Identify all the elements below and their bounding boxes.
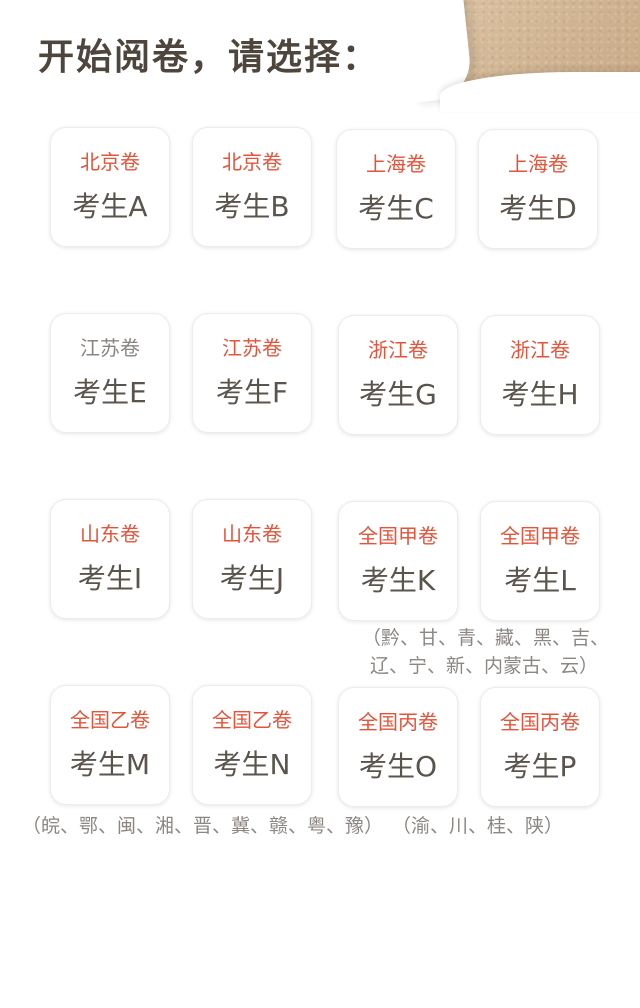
- card-region-label: 山东卷: [222, 522, 282, 546]
- card-region-label: 浙江卷: [510, 338, 570, 362]
- card-candidate-label: 考生K: [360, 564, 436, 597]
- card-candidate-label: 考生J: [219, 562, 285, 595]
- card-national-jia-l[interactable]: 全国甲卷 考生L: [480, 501, 600, 621]
- card-candidate-label: 考生A: [72, 190, 148, 223]
- card-national-bing-o[interactable]: 全国丙卷 考生O: [338, 687, 458, 807]
- card-national-yi-n[interactable]: 全国乙卷 考生N: [192, 685, 312, 805]
- card-region-label: 上海卷: [508, 152, 568, 176]
- note-national-jia-provinces-line2: 辽、宁、新、内蒙古、云）: [370, 655, 599, 677]
- card-candidate-label: 考生E: [73, 376, 147, 409]
- card-shanghai-c[interactable]: 上海卷 考生C: [336, 129, 456, 249]
- page-title: 开始阅卷，请选择：: [38, 37, 381, 78]
- card-region-label: 北京卷: [80, 150, 140, 174]
- card-region-label: 山东卷: [80, 522, 140, 546]
- note-national-yi-provinces: （皖、鄂、闽、湘、晋、冀、赣、粤、豫）: [22, 815, 384, 837]
- card-jiangsu-f[interactable]: 江苏卷 考生F: [192, 313, 312, 433]
- card-national-jia-k[interactable]: 全国甲卷 考生K: [338, 501, 458, 621]
- card-candidate-label: 考生B: [214, 190, 290, 223]
- card-zhejiang-g[interactable]: 浙江卷 考生G: [338, 315, 458, 435]
- card-region-label: 全国甲卷: [358, 524, 438, 548]
- card-candidate-label: 考生N: [213, 748, 291, 781]
- note-national-jia-provinces-line1: （黔、甘、青、藏、黑、吉、: [362, 627, 610, 649]
- card-region-label: 浙江卷: [368, 338, 428, 362]
- card-candidate-label: 考生P: [503, 750, 577, 783]
- card-region-label: 全国丙卷: [500, 710, 580, 734]
- card-candidate-label: 考生D: [499, 192, 577, 225]
- card-region-label: 北京卷: [222, 150, 282, 174]
- card-candidate-label: 考生O: [358, 750, 438, 783]
- card-national-yi-m[interactable]: 全国乙卷 考生M: [50, 685, 170, 805]
- card-shandong-i[interactable]: 山东卷 考生I: [50, 499, 170, 619]
- card-national-bing-p[interactable]: 全国丙卷 考生P: [480, 687, 600, 807]
- card-candidate-label: 考生F: [215, 376, 289, 409]
- card-region-label: 全国甲卷: [500, 524, 580, 548]
- note-national-bing-provinces: （渝、川、桂、陕）: [392, 815, 564, 837]
- card-beijing-b[interactable]: 北京卷 考生B: [192, 127, 312, 247]
- card-zhejiang-h[interactable]: 浙江卷 考生H: [480, 315, 600, 435]
- card-shandong-j[interactable]: 山东卷 考生J: [192, 499, 312, 619]
- card-region-label: 上海卷: [366, 152, 426, 176]
- card-candidate-label: 考生G: [359, 378, 437, 411]
- card-region-label: 全国乙卷: [212, 708, 292, 732]
- card-shanghai-d[interactable]: 上海卷 考生D: [478, 129, 598, 249]
- card-candidate-label: 考生H: [501, 378, 579, 411]
- card-region-label: 全国丙卷: [358, 710, 438, 734]
- card-region-label: 江苏卷: [80, 336, 140, 360]
- card-region-label: 全国乙卷: [70, 708, 150, 732]
- card-candidate-label: 考生M: [69, 748, 151, 781]
- card-candidate-label: 考生I: [77, 562, 143, 595]
- card-candidate-label: 考生C: [358, 192, 434, 225]
- card-region-label: 江苏卷: [222, 336, 282, 360]
- card-beijing-a[interactable]: 北京卷 考生A: [50, 127, 170, 247]
- card-jiangsu-e[interactable]: 江苏卷 考生E: [50, 313, 170, 433]
- card-candidate-label: 考生L: [504, 564, 576, 597]
